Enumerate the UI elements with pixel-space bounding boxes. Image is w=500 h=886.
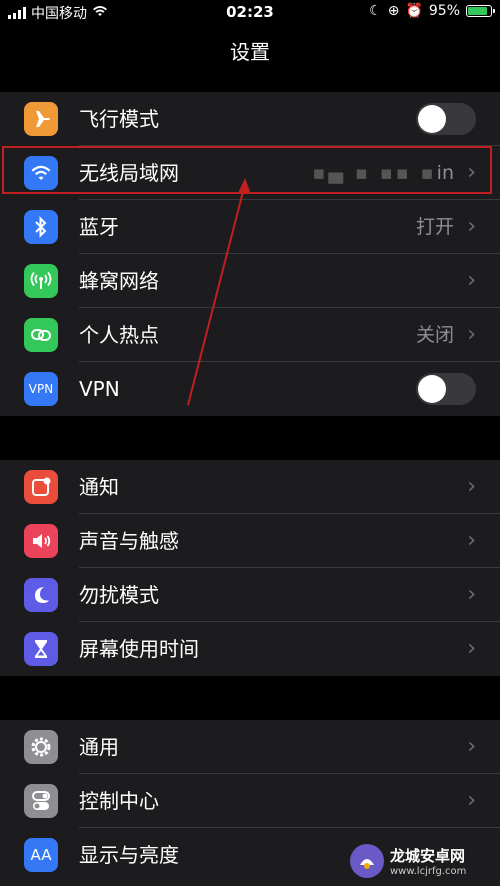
watermark-logo xyxy=(350,844,384,878)
arrow-line xyxy=(187,183,246,406)
annotation-arrow xyxy=(187,178,251,406)
arrow-head xyxy=(238,178,251,194)
watermark: 龙城安卓网 www.lcjrfg.com xyxy=(350,836,500,886)
watermark-url: www.lcjrfg.com xyxy=(390,866,467,877)
watermark-text: 龙城安卓网 xyxy=(390,847,466,865)
